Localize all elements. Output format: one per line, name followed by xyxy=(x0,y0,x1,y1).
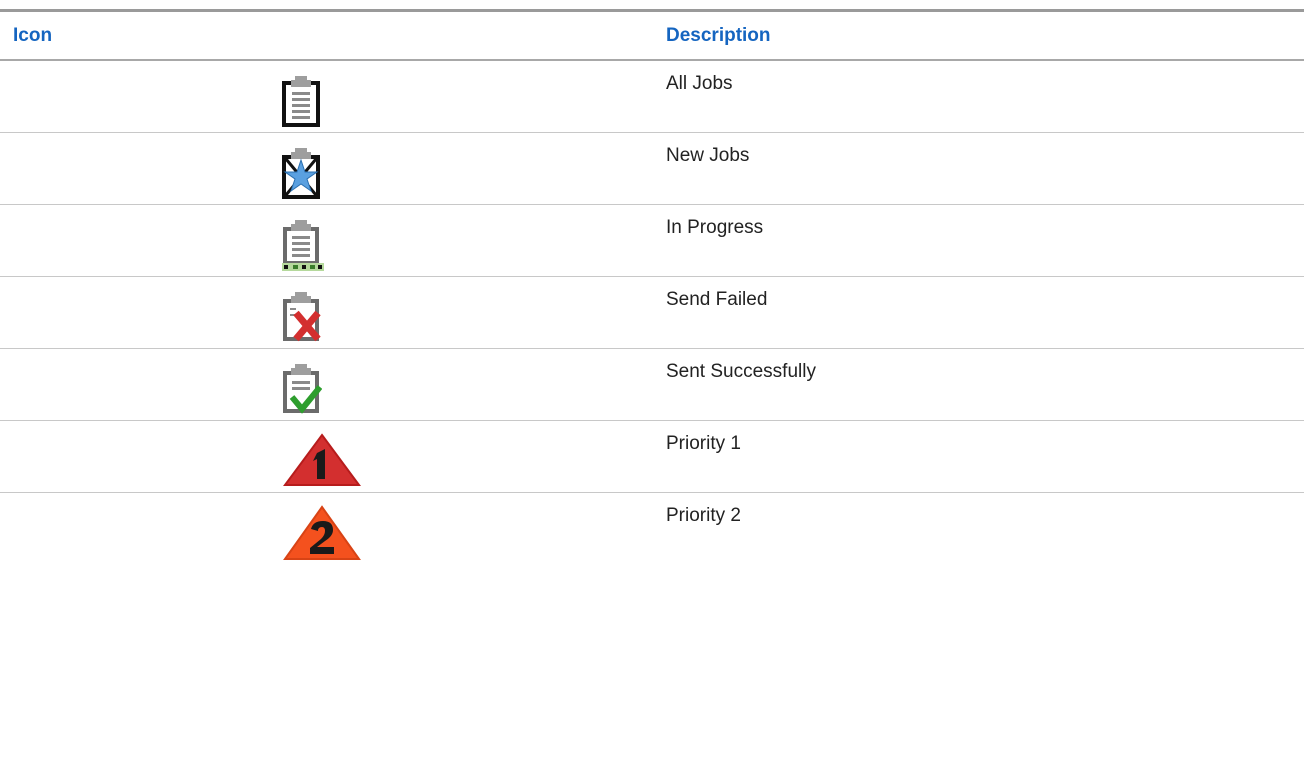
table-row: Priority 2 xyxy=(0,493,1304,573)
in-progress-icon xyxy=(282,220,324,271)
table-row: Priority 1 xyxy=(0,421,1304,493)
table-row: In Progress xyxy=(0,205,1304,277)
description-text: In Progress xyxy=(666,217,764,238)
priority-1-icon xyxy=(283,433,361,486)
icon-description-table: Icon Description All Jobs New Jobs In Pr… xyxy=(0,9,1304,573)
description-text: Send Failed xyxy=(666,289,768,310)
table-header: Icon Description xyxy=(0,12,1304,61)
description-text: Priority 1 xyxy=(666,433,741,454)
description-text: New Jobs xyxy=(666,145,750,166)
priority-2-icon xyxy=(283,505,361,560)
all-jobs-icon xyxy=(282,76,320,127)
table-row: Send Failed xyxy=(0,277,1304,349)
table-row: All Jobs xyxy=(0,61,1304,133)
description-text: All Jobs xyxy=(666,73,733,94)
sent-successfully-icon xyxy=(283,364,322,414)
description-text: Priority 2 xyxy=(666,505,741,526)
header-icon: Icon xyxy=(13,24,53,46)
new-jobs-icon xyxy=(282,148,320,199)
table-row: Sent Successfully xyxy=(0,349,1304,421)
send-failed-icon xyxy=(283,292,321,342)
table-row: New Jobs xyxy=(0,133,1304,205)
description-text: Sent Successfully xyxy=(666,361,816,382)
header-description: Description xyxy=(666,24,771,46)
